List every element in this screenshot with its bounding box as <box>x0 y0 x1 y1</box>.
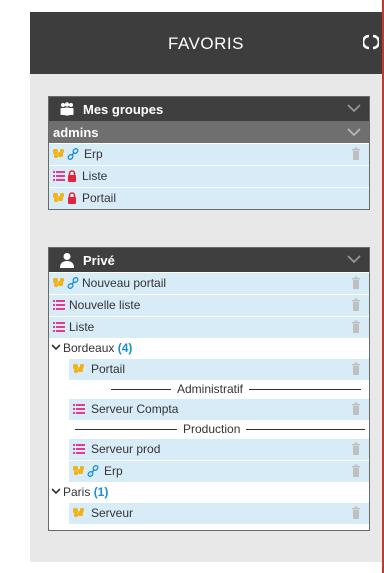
folder-count: (1) <box>93 485 109 499</box>
favorite-item-label: Erp <box>84 147 103 161</box>
portal-icon <box>53 193 64 202</box>
favorite-item[interactable]: Liste <box>49 317 369 338</box>
trash-icon[interactable] <box>351 442 361 456</box>
favorite-item-label: Serveur <box>91 506 134 520</box>
my-groups-title: Mes groupes <box>83 102 164 117</box>
folder-name: Bordeaux <box>63 341 115 355</box>
link-icon <box>87 465 99 477</box>
favorite-item-label: Serveur prod <box>91 442 161 456</box>
favorite-item[interactable]: Nouveau portail <box>49 273 369 294</box>
list-icon <box>53 300 65 310</box>
trash-icon[interactable] <box>351 298 361 312</box>
chevron-down-icon[interactable] <box>347 102 361 114</box>
trash-icon[interactable] <box>351 320 361 334</box>
group-admins-label: admins <box>53 125 99 140</box>
favorite-item-label: Serveur Compta <box>91 402 179 416</box>
list-icon <box>73 404 85 414</box>
favorites-title: FAVORIS <box>168 34 244 53</box>
trash-icon[interactable] <box>351 402 361 416</box>
favorite-item[interactable]: Serveur prod <box>69 439 369 460</box>
portal-icon <box>73 508 84 517</box>
trash-icon[interactable] <box>351 464 361 478</box>
favorite-item[interactable]: Erp <box>49 144 369 165</box>
favorite-item[interactable]: Erp <box>69 461 369 482</box>
section-label: Administratif <box>171 382 250 396</box>
favorite-item-label: Nouvelle liste <box>69 298 141 312</box>
chevron-down-icon <box>51 488 61 495</box>
favorite-item[interactable]: Liste <box>49 166 369 187</box>
favorite-item-label: Liste <box>82 169 108 183</box>
lock-icon <box>68 192 76 204</box>
favorite-item-label: Portail <box>91 362 126 376</box>
portal-icon <box>53 149 64 158</box>
chevron-down-icon[interactable] <box>347 126 361 138</box>
list-icon <box>73 444 85 454</box>
favorite-item[interactable]: Serveur Compta <box>69 399 369 420</box>
section-divider-administratif: Administratif <box>69 380 369 398</box>
favorite-item-label: Nouveau portail <box>82 276 167 290</box>
folder-name: Paris <box>63 485 91 499</box>
folder-paris[interactable]: Paris (1) <box>49 482 369 502</box>
favorite-item[interactable]: Serveur <box>69 503 369 524</box>
portal-icon <box>73 364 84 373</box>
favorite-item-label: Liste <box>69 320 95 334</box>
private-header[interactable]: Privé <box>49 248 369 272</box>
section-divider-production: Production <box>69 420 369 438</box>
portal-icon <box>73 466 84 475</box>
folder-bordeaux[interactable]: Bordeaux (4) <box>49 338 369 358</box>
refresh-icon[interactable] <box>363 33 379 51</box>
trash-icon[interactable] <box>351 147 361 161</box>
my-groups-box: Mes groupes admins Erp Liste Portail <box>48 96 370 210</box>
favorite-item[interactable]: Portail <box>69 359 369 380</box>
my-groups-header[interactable]: Mes groupes <box>49 97 369 121</box>
favorites-header: FAVORIS <box>30 12 382 74</box>
private-title: Privé <box>83 253 115 268</box>
private-box: Privé Nouveau portail Nouvelle liste Lis… <box>48 247 370 531</box>
trash-icon[interactable] <box>351 362 361 376</box>
favorite-item-label: Erp <box>104 464 123 478</box>
chevron-down-icon[interactable] <box>347 253 361 265</box>
chevron-down-icon <box>51 344 61 351</box>
favorite-item[interactable]: Portail <box>49 188 369 209</box>
user-icon <box>60 253 74 268</box>
favorites-panel: FAVORIS Mes groupes admins Erp Liste Por… <box>30 12 382 562</box>
trash-icon[interactable] <box>351 506 361 520</box>
list-icon <box>53 322 65 332</box>
group-admins-header[interactable]: admins <box>49 121 369 143</box>
group-icon <box>60 102 74 116</box>
section-label: Production <box>177 422 247 436</box>
folder-count: (4) <box>117 341 133 355</box>
list-icon <box>53 171 65 181</box>
lock-icon <box>68 170 76 182</box>
link-icon <box>67 277 79 289</box>
favorite-item-label: Portail <box>82 191 117 205</box>
favorite-item[interactable]: Nouvelle liste <box>49 295 369 316</box>
trash-icon[interactable] <box>351 276 361 290</box>
portal-icon <box>53 278 64 287</box>
link-icon <box>67 148 79 160</box>
